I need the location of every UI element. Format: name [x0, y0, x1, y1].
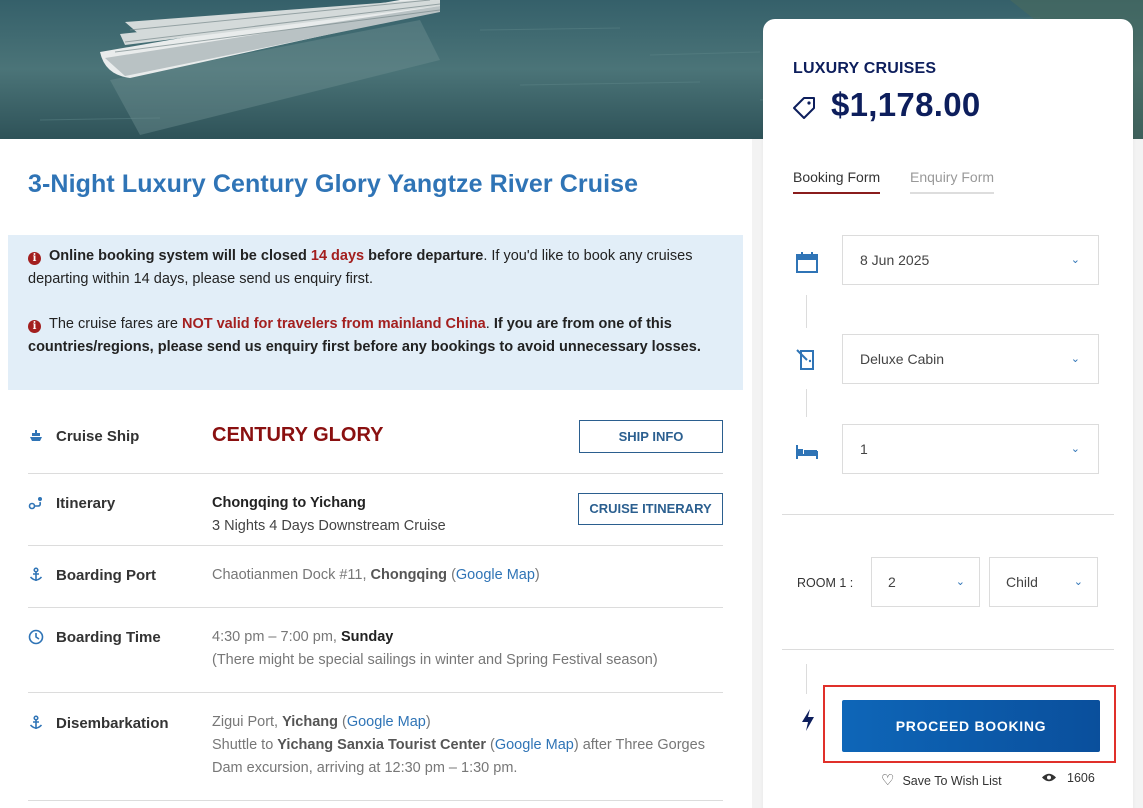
detail-row-boarding-time: Boarding Time 4:30 pm – 7:00 pm, Sunday … [28, 608, 723, 693]
save-to-wishlist[interactable]: ♡ Save To Wish List [881, 771, 1002, 789]
itinerary-route: Chongqing to Yichang [212, 495, 366, 511]
boarding-port-label: Boarding Port [56, 567, 156, 584]
tab-enquiry-form[interactable]: Enquiry Form [910, 169, 995, 194]
connector-line [806, 664, 807, 694]
tab-booking-form[interactable]: Booking Form [793, 169, 881, 194]
anchor-icon [29, 715, 43, 729]
divider [782, 649, 1114, 650]
chevron-down-icon: ⌄ [1070, 254, 1080, 266]
chevron-down-icon: ⌄ [1070, 443, 1080, 455]
eye-icon [1042, 773, 1056, 782]
cruise-ship-label: Cruise Ship [56, 428, 140, 445]
route-icon [28, 497, 42, 510]
detail-row-cruise-ship: Cruise Ship CENTURY GLORY SHIP INFO [28, 408, 723, 474]
cabin-door-icon [796, 349, 814, 370]
lightning-icon [802, 709, 814, 731]
cabin-value: Deluxe Cabin [860, 351, 945, 367]
ship-icon [30, 430, 42, 441]
rooms-select[interactable]: 1 ⌄ [842, 424, 1099, 474]
notice-closing-days: i Online booking system will be closed 14… [28, 248, 693, 287]
boarding-time-value: 4:30 pm – 7:00 pm, Sunday (There might b… [212, 629, 658, 668]
google-map-link[interactable]: Google Map [495, 737, 574, 753]
cabin-select[interactable]: Deluxe Cabin ⌄ [842, 334, 1099, 384]
bed-icon [796, 445, 818, 459]
guests-select[interactable]: 2 ⌄ [871, 557, 980, 607]
detail-row-disembarkation: Disembarkation Zigui Port, Yichang (Goog… [28, 693, 723, 801]
cruise-category: LUXURY CRUISES [793, 60, 937, 77]
disembarkation-value: Zigui Port, Yichang (Google Map) Shuttle… [212, 714, 705, 776]
heart-icon: ♡ [881, 772, 895, 789]
itinerary-value: Chongqing to Yichang 3 Nights 4 Days Dow… [212, 492, 446, 538]
ship-info-button[interactable]: SHIP INFO [579, 420, 723, 453]
view-count: 1606 [1041, 771, 1095, 785]
date-value: 8 Jun 2025 [860, 252, 930, 268]
cruise-itinerary-button[interactable]: CRUISE ITINERARY [578, 493, 723, 525]
chevron-down-icon: ⌄ [1073, 576, 1083, 588]
itinerary-duration: 3 Nights 4 Days Downstream Cruise [212, 518, 446, 534]
info-icon: i [28, 252, 41, 265]
detail-row-itinerary: Itinerary Chongqing to Yichang 3 Nights … [28, 474, 723, 546]
info-icon: i [28, 320, 41, 333]
ship-name: CENTURY GLORY [212, 424, 384, 446]
boarding-time-label: Boarding Time [56, 629, 161, 646]
page-title: 3-Night Luxury Century Glory Yangtze Riv… [28, 170, 639, 198]
detail-row-boarding-port: Boarding Port Chaotianmen Dock #11, Chon… [28, 546, 723, 608]
boarding-port-value: Chaotianmen Dock #11, Chongqing (Google … [212, 567, 540, 583]
divider [782, 514, 1114, 515]
price: $1,178.00 [831, 86, 981, 123]
notice-fare-restriction: i The cruise fares are NOT valid for trav… [28, 316, 701, 355]
booking-card: LUXURY CRUISES $1,178.00 Booking Form En… [763, 19, 1133, 808]
google-map-link[interactable]: Google Map [347, 714, 426, 730]
calendar-icon [796, 252, 818, 273]
connector-line [806, 389, 807, 417]
google-map-link[interactable]: Google Map [456, 567, 535, 583]
proceed-booking-button[interactable]: PROCEED BOOKING [842, 700, 1100, 752]
disembarkation-label: Disembarkation [56, 715, 169, 732]
itinerary-label: Itinerary [56, 495, 116, 512]
connector-line [806, 295, 807, 328]
guest-type-select[interactable]: Child ⌄ [989, 557, 1098, 607]
date-select[interactable]: 8 Jun 2025 ⌄ [842, 235, 1099, 285]
room-1-label: ROOM 1 : [797, 576, 854, 590]
guests-value: 2 [888, 574, 896, 590]
clock-icon [28, 629, 44, 645]
anchor-icon [29, 567, 43, 581]
booking-notice: i Online booking system will be closed 14… [8, 235, 743, 390]
chevron-down-icon: ⌄ [1070, 353, 1080, 365]
guest-type-value: Child [1006, 574, 1038, 590]
price-tag-icon [793, 97, 815, 119]
rooms-value: 1 [860, 441, 868, 457]
chevron-down-icon: ⌄ [955, 576, 965, 588]
